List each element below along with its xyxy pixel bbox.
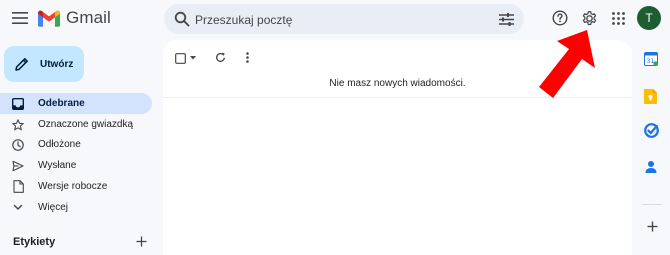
svg-text:31: 31 [647, 58, 655, 65]
calendar-icon[interactable]: 31 [644, 52, 660, 68]
caret-down-icon [190, 56, 196, 60]
sidebar-item-sent[interactable]: Wysłane [0, 155, 152, 176]
draft-icon [11, 180, 25, 194]
chevron-down-icon [11, 201, 25, 215]
search-icon[interactable] [172, 9, 192, 29]
contacts-icon[interactable] [644, 160, 660, 176]
send-icon [11, 159, 25, 173]
sidebar-item-label: Wysłane [38, 160, 77, 171]
account-avatar[interactable]: T [637, 6, 661, 30]
search-bar[interactable] [164, 4, 524, 34]
refresh-button[interactable] [213, 50, 227, 64]
plus-icon [647, 221, 657, 231]
keep-icon[interactable] [644, 89, 660, 105]
gear-icon [582, 10, 596, 25]
compose-label: Utwórz [40, 58, 74, 70]
sidebar-item-drafts[interactable]: Wersje robocze [0, 176, 152, 197]
sidebar-item-label: Odebrane [38, 98, 85, 109]
sidebar-item-starred[interactable]: Oznaczone gwiazdką [0, 114, 152, 135]
help-button[interactable] [549, 7, 571, 29]
apps-grid-icon [611, 11, 625, 25]
search-options-icon[interactable] [496, 9, 516, 29]
sidebar-item-label: Więcej [38, 202, 69, 213]
checkbox-icon [175, 52, 186, 64]
help-icon [552, 10, 568, 26]
select-all-checkbox[interactable] [175, 51, 197, 65]
more-options-button[interactable] [241, 50, 253, 64]
rail-divider [642, 204, 662, 205]
compose-button[interactable]: Utwórz [4, 46, 84, 82]
star-icon [11, 118, 25, 132]
refresh-icon [215, 52, 225, 62]
google-apps-button[interactable] [607, 7, 629, 29]
pencil-icon [15, 58, 28, 71]
clock-icon [11, 138, 25, 152]
get-addons-button[interactable] [644, 218, 660, 234]
sidebar-item-label: Odłożone [38, 139, 81, 150]
hamburger-icon [12, 12, 28, 24]
plus-icon [136, 236, 146, 246]
tasks-icon[interactable] [644, 123, 660, 139]
inbox-icon [11, 97, 25, 111]
side-panel-rail: 31 [634, 40, 670, 255]
sidebar-item-more[interactable]: Więcej [0, 197, 152, 218]
annotation-arrow-icon [539, 30, 595, 98]
sidebar-item-label: Oznaczone gwiazdką [38, 119, 134, 130]
more-vert-icon [245, 51, 249, 63]
add-label-button[interactable] [134, 234, 148, 248]
gmail-logo[interactable]: Gmail [38, 8, 111, 28]
sidebar-item-snoozed[interactable]: Odłożone [0, 134, 152, 155]
sidebar-item-label: Wersje robocze [38, 181, 108, 192]
app-name: Gmail [66, 8, 111, 27]
sidebar-item-inbox[interactable]: Odebrane [0, 93, 152, 114]
gmail-m-icon [38, 10, 60, 27]
search-input[interactable] [193, 8, 477, 32]
main-menu-button[interactable] [8, 6, 32, 30]
settings-button[interactable] [578, 7, 600, 29]
labels-heading: Etykiety [13, 236, 56, 248]
